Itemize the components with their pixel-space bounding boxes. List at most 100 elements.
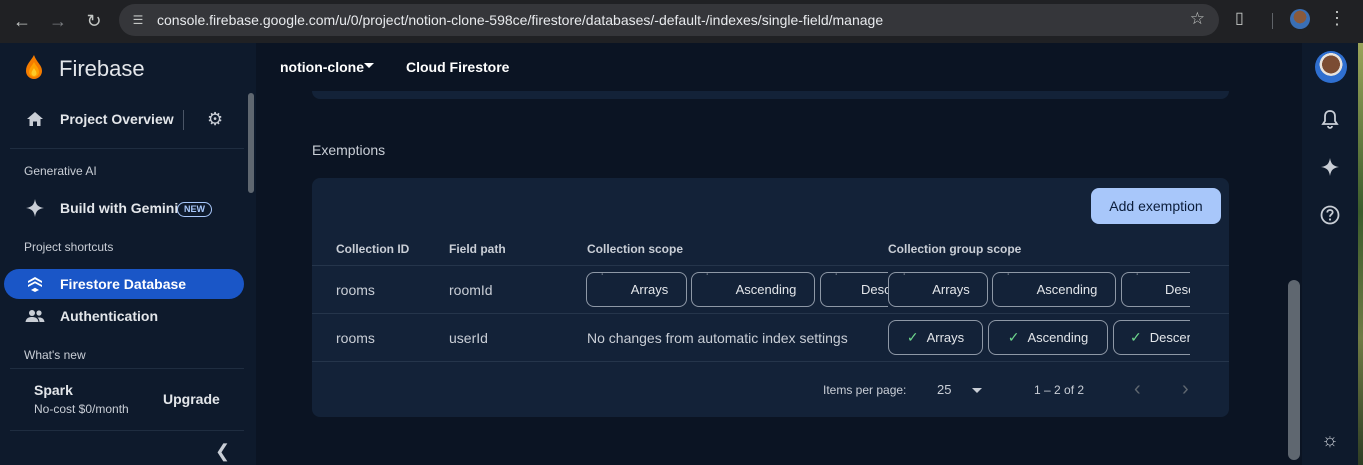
profile-avatar[interactable] bbox=[1290, 9, 1310, 29]
theme-toggle-icon[interactable]: ☼ bbox=[1318, 429, 1342, 453]
section-whats-new: What's new bbox=[24, 348, 86, 362]
sidebar: Firebase Project Overview ⚙ Generative A… bbox=[0, 43, 256, 465]
add-exemption-button[interactable]: Add exemption bbox=[1091, 188, 1221, 224]
chip-indicator-icon: ˙ bbox=[903, 273, 907, 284]
group-chip-ascending[interactable]: ✓ Ascending bbox=[988, 320, 1108, 355]
group-chip-arrays[interactable]: ˙ Arrays bbox=[888, 272, 988, 307]
extensions-icon[interactable]: ▯ bbox=[1235, 8, 1255, 32]
plan-name: Spark bbox=[34, 382, 73, 398]
group-scope-chips: ✓ Arrays ✓ Ascending ✓ Descending bbox=[888, 319, 1190, 357]
exemptions-title: Exemptions bbox=[312, 142, 386, 158]
firebase-logo-icon bbox=[26, 55, 42, 79]
main-content: Exemptions Add exemption Collection ID F… bbox=[256, 91, 1286, 465]
people-icon bbox=[24, 305, 46, 327]
chip-label: Descending bbox=[1149, 330, 1190, 345]
collapse-sidebar-icon[interactable]: ❮ bbox=[215, 441, 230, 462]
sidebar-item-authentication[interactable]: Authentication bbox=[4, 301, 244, 331]
firestore-icon bbox=[24, 273, 46, 295]
plan-description: No-cost $0/month bbox=[34, 402, 129, 416]
main-scrollbar-thumb[interactable] bbox=[1288, 280, 1300, 460]
chip-label: Descending bbox=[861, 282, 888, 297]
sidebar-divider bbox=[10, 368, 244, 369]
group-chip-descending[interactable]: ✓ Descending bbox=[1113, 320, 1190, 355]
toolbar-divider bbox=[1272, 13, 1273, 29]
chip-indicator-icon: ˙ bbox=[601, 273, 605, 284]
avatar[interactable] bbox=[1315, 51, 1347, 83]
home-icon bbox=[24, 108, 46, 130]
chip-label: Ascending bbox=[1036, 282, 1098, 297]
chevron-down-icon[interactable] bbox=[972, 388, 982, 393]
exemptions-table: Add exemption Collection ID Field path C… bbox=[312, 178, 1229, 417]
sidebar-scrollbar[interactable] bbox=[248, 93, 254, 193]
items-per-page-label: Items per page: bbox=[823, 383, 907, 397]
chevron-down-icon[interactable] bbox=[364, 63, 374, 68]
chip-indicator-icon: ˙ bbox=[706, 273, 710, 284]
right-rail: ☼ bbox=[1302, 43, 1358, 465]
browser-toolbar: ← → ↻ ☰ console.firebase.google.com/u/0/… bbox=[0, 0, 1363, 43]
previous-page-icon[interactable]: ‹ bbox=[1134, 378, 1141, 401]
chip-label: Arrays bbox=[630, 282, 669, 297]
checkmark-icon: ✓ bbox=[1007, 329, 1020, 345]
column-header-collection-id: Collection ID bbox=[336, 242, 410, 256]
site-info-icon[interactable]: ☰ bbox=[129, 11, 147, 29]
cell-collection-scope-text: No changes from automatic index settings bbox=[587, 330, 848, 346]
scope-chip-descending[interactable]: ˙ Descending bbox=[820, 272, 888, 307]
help-icon[interactable] bbox=[1318, 203, 1342, 227]
checkmark-icon: ✓ bbox=[906, 329, 919, 345]
group-chip-descending[interactable]: ˙ Descending bbox=[1121, 272, 1190, 307]
sidebar-item-label: Build with Gemini bbox=[60, 200, 179, 216]
sidebar-item-label: Project Overview bbox=[60, 111, 174, 127]
cell-field-path: roomId bbox=[449, 282, 493, 298]
cell-collection-id: rooms bbox=[336, 282, 375, 298]
menu-kebab-icon[interactable]: ⋮ bbox=[1328, 8, 1346, 29]
previous-card bbox=[312, 91, 1229, 99]
sidebar-divider bbox=[10, 430, 244, 431]
cell-field-path: userId bbox=[449, 330, 488, 346]
sparkle-icon[interactable] bbox=[1318, 155, 1342, 179]
next-page-icon[interactable]: › bbox=[1182, 378, 1189, 401]
scope-chip-ascending[interactable]: ˙ Ascending bbox=[691, 272, 815, 307]
sidebar-divider bbox=[10, 148, 244, 149]
chip-indicator-icon: ˙ bbox=[1136, 273, 1140, 284]
project-selector[interactable]: notion-clone bbox=[280, 59, 364, 75]
page-size-select[interactable]: 25 bbox=[937, 382, 951, 397]
cell-collection-id: rooms bbox=[336, 330, 375, 346]
bookmark-star-icon[interactable]: ☆ bbox=[1190, 9, 1205, 29]
section-project-shortcuts: Project shortcuts bbox=[24, 240, 114, 254]
overview-divider bbox=[183, 110, 184, 130]
group-chip-ascending[interactable]: ˙ Ascending bbox=[992, 272, 1116, 307]
sidebar-item-firestore[interactable]: Firestore Database bbox=[4, 269, 244, 299]
group-scope-chips: ˙ Arrays ˙ Ascending ˙ Descending bbox=[888, 271, 1190, 309]
address-bar[interactable]: ☰ console.firebase.google.com/u/0/projec… bbox=[119, 4, 1219, 36]
gear-icon[interactable]: ⚙ bbox=[207, 109, 223, 130]
back-icon[interactable]: ← bbox=[5, 0, 39, 43]
scope-chip-arrays[interactable]: ˙ Arrays bbox=[586, 272, 687, 307]
new-badge: NEW bbox=[177, 202, 212, 217]
url-text[interactable]: console.firebase.google.com/u/0/project/… bbox=[157, 12, 883, 28]
brand-name[interactable]: Firebase bbox=[59, 56, 145, 82]
chip-indicator-icon: ˙ bbox=[835, 273, 839, 284]
column-header-collection-group-scope: Collection group scope bbox=[888, 242, 1022, 256]
upgrade-button[interactable]: Upgrade bbox=[163, 391, 220, 407]
collection-scope-chips: ˙ Arrays ˙ Ascending ˙ Descending bbox=[586, 271, 888, 309]
forward-icon[interactable]: → bbox=[41, 0, 75, 43]
reload-icon[interactable]: ↻ bbox=[77, 0, 111, 43]
top-bar: notion-clone Cloud Firestore bbox=[256, 43, 1302, 91]
product-title: Cloud Firestore bbox=[406, 59, 510, 75]
bell-icon[interactable] bbox=[1318, 108, 1342, 132]
column-header-field-path: Field path bbox=[449, 242, 506, 256]
sparkle-icon bbox=[24, 197, 46, 219]
chip-label: Arrays bbox=[932, 282, 970, 297]
row-divider bbox=[312, 361, 1229, 362]
chip-label: Descending bbox=[1165, 282, 1190, 297]
section-generative-ai: Generative AI bbox=[24, 164, 97, 178]
row-divider bbox=[312, 313, 1229, 314]
chip-indicator-icon: ˙ bbox=[1007, 273, 1011, 284]
sidebar-item-label: Firestore Database bbox=[60, 276, 187, 292]
sidebar-item-label: Authentication bbox=[60, 308, 158, 324]
chip-label: Ascending bbox=[735, 282, 797, 297]
page-range: 1 – 2 of 2 bbox=[1034, 383, 1085, 397]
group-chip-arrays[interactable]: ✓ Arrays bbox=[888, 320, 983, 355]
chip-label: Ascending bbox=[1027, 330, 1089, 345]
chip-label: Arrays bbox=[926, 330, 965, 345]
